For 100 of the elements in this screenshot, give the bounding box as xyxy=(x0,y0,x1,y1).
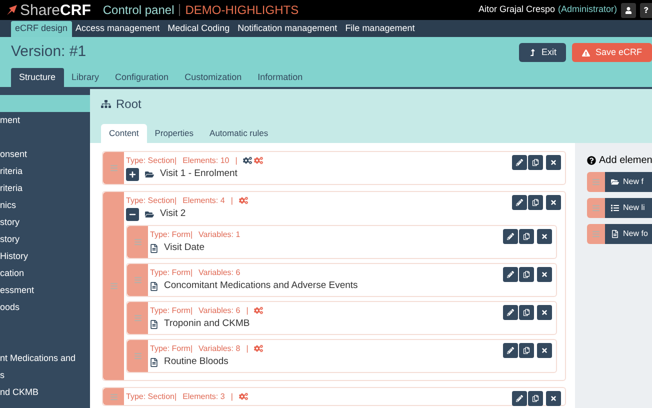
tab[interactable]: Content xyxy=(101,124,147,143)
tab[interactable]: Configuration xyxy=(107,68,177,87)
drag-handle[interactable] xyxy=(587,198,605,218)
expand-button[interactable] xyxy=(126,168,139,180)
nav-tab[interactable]: eCRF design xyxy=(11,21,72,37)
new-element-button[interactable]: New fo xyxy=(605,224,652,244)
delete-button[interactable] xyxy=(546,391,561,406)
drag-handle-icon[interactable] xyxy=(110,392,118,400)
sidebar-item[interactable]: oods xyxy=(0,299,90,316)
new-element-button[interactable]: New f xyxy=(605,172,652,192)
copy-button[interactable] xyxy=(528,195,543,210)
drag-handle[interactable] xyxy=(127,226,148,258)
copy-button[interactable] xyxy=(519,267,534,282)
drag-handle[interactable] xyxy=(103,152,124,184)
edit-button[interactable] xyxy=(503,343,518,358)
copy-button[interactable] xyxy=(528,155,543,170)
copy-button[interactable] xyxy=(519,229,534,244)
edit-button[interactable] xyxy=(512,195,527,210)
exit-button[interactable]: Exit xyxy=(519,43,566,62)
drag-handle[interactable] xyxy=(103,192,124,380)
sidebar-item[interactable]: nd CKMB xyxy=(0,384,90,401)
user-icon xyxy=(625,6,632,14)
element-name[interactable]: Visit Date xyxy=(164,240,204,256)
edit-button[interactable] xyxy=(512,155,527,170)
gears-icon[interactable] xyxy=(243,156,252,165)
separator-text: | xyxy=(230,194,233,206)
document-icon xyxy=(150,358,158,366)
separator-text: | xyxy=(246,342,248,354)
delete-button[interactable] xyxy=(537,267,552,282)
drag-handle[interactable] xyxy=(103,388,124,405)
nav-tab[interactable]: Notification management xyxy=(234,21,342,37)
element-type: Type: Form| xyxy=(150,266,193,278)
exit-icon xyxy=(529,49,536,56)
tab[interactable]: Information xyxy=(250,68,311,87)
drag-handle-icon[interactable] xyxy=(134,238,142,246)
copy-button[interactable] xyxy=(519,305,534,320)
folder-icon xyxy=(145,170,154,178)
element-name[interactable]: Concomitant Medications and Adverse Events xyxy=(164,278,358,294)
close-icon xyxy=(541,271,548,278)
sidebar-item[interactable]: nics xyxy=(0,197,90,214)
edit-button[interactable] xyxy=(503,305,518,320)
tab[interactable]: Structure xyxy=(11,68,64,87)
nav-tab[interactable]: Access management xyxy=(72,21,164,37)
tab[interactable]: Properties xyxy=(146,124,202,143)
drag-handle-icon[interactable] xyxy=(592,178,600,186)
delete-button[interactable] xyxy=(546,155,561,170)
new-element-button[interactable]: New li xyxy=(605,198,652,218)
drag-handle[interactable] xyxy=(587,224,605,244)
tab[interactable]: Automatic rules xyxy=(202,124,276,143)
element-name[interactable]: Visit 1 - Enrolment xyxy=(160,166,238,182)
element-name[interactable]: Routine Bloods xyxy=(164,354,228,370)
copy-button[interactable] xyxy=(528,391,543,406)
delete-button[interactable] xyxy=(537,305,552,320)
edit-button[interactable] xyxy=(512,391,527,406)
version-title: Version: #1 xyxy=(11,42,86,62)
sidebar-item[interactable]: nt Medications and xyxy=(0,350,90,367)
user-role: (Administrator) xyxy=(558,3,617,16)
drag-handle[interactable] xyxy=(127,264,148,296)
element-type: Type: Form| xyxy=(150,342,193,354)
delete-button[interactable] xyxy=(537,229,552,244)
element-name[interactable]: Troponin and CKMB xyxy=(164,316,250,332)
drag-handle[interactable] xyxy=(587,172,605,192)
drag-handle[interactable] xyxy=(127,302,148,334)
pencil-icon xyxy=(507,233,514,240)
drag-handle-icon[interactable] xyxy=(592,204,600,212)
sidebar-item[interactable]: History xyxy=(0,248,90,265)
sidebar-item[interactable]: ment xyxy=(0,112,90,129)
sidebar-item[interactable]: cation xyxy=(0,265,90,282)
copy-button[interactable] xyxy=(519,343,534,358)
close-icon xyxy=(550,199,557,206)
element-name[interactable]: Visit 2 xyxy=(160,206,186,222)
sidebar-item[interactable]: onsent xyxy=(0,146,90,163)
edit-button[interactable] xyxy=(503,267,518,282)
drag-handle-icon[interactable] xyxy=(592,230,600,238)
delete-button[interactable] xyxy=(546,195,561,210)
tab[interactable]: Customization xyxy=(176,68,250,87)
close-icon xyxy=(541,347,548,354)
drag-handle-icon[interactable] xyxy=(134,352,142,360)
sidebar-item[interactable]: story xyxy=(0,231,90,248)
edit-button[interactable] xyxy=(503,229,518,244)
tab[interactable]: Library xyxy=(64,68,108,87)
nav-tab[interactable]: Medical Coding xyxy=(164,21,234,37)
user-button[interactable] xyxy=(621,2,636,18)
sidebar-item[interactable]: riteria xyxy=(0,163,90,180)
sidebar-item[interactable]: s xyxy=(0,367,90,384)
sidebar-item[interactable]: riteria xyxy=(0,180,90,197)
nav-tab[interactable]: File management xyxy=(341,21,419,37)
collapse-button[interactable] xyxy=(126,208,139,220)
help-icon[interactable] xyxy=(587,156,596,164)
drag-handle-icon[interactable] xyxy=(110,164,118,172)
sidebar-item[interactable]: essment xyxy=(0,282,90,299)
help-button[interactable] xyxy=(640,2,652,18)
drag-handle-icon[interactable] xyxy=(110,282,118,290)
delete-button[interactable] xyxy=(537,343,552,358)
panel-title: Control panel xyxy=(102,2,174,19)
drag-handle[interactable] xyxy=(127,340,148,372)
drag-handle-icon[interactable] xyxy=(134,314,142,322)
copy-icon xyxy=(523,233,530,240)
drag-handle-icon[interactable] xyxy=(134,276,142,284)
sidebar-item[interactable]: story xyxy=(0,214,90,231)
